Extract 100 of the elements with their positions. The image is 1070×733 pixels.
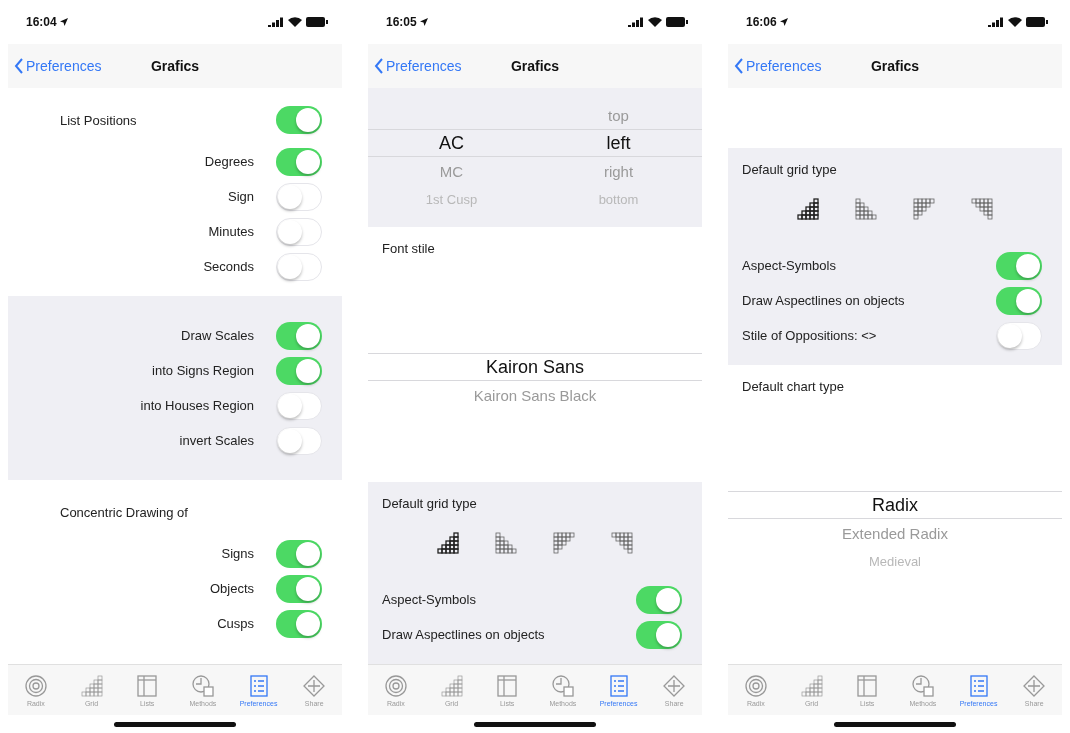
setting-label: invert Scales: [179, 433, 254, 448]
location-arrow-icon: [419, 18, 428, 26]
back-label[interactable]: Preferences: [26, 58, 102, 74]
setting-label: Signs: [221, 546, 254, 561]
picker-option[interactable]: 1st Cusp: [425, 191, 478, 207]
picker-option[interactable]: MC: [439, 162, 464, 180]
toggle-switch[interactable]: [276, 252, 322, 281]
grid-type-icon: [611, 532, 633, 554]
section-heading: Concentric Drawing of: [60, 504, 188, 520]
toggle-switch[interactable]: [276, 217, 322, 246]
setting-label: Cusps: [217, 616, 254, 631]
toggle-switch[interactable]: [276, 106, 322, 134]
toggle-switch[interactable]: [276, 321, 322, 350]
picker-option[interactable]: Kairon Sans: [485, 356, 585, 378]
concentric-circles-icon: [743, 673, 768, 698]
diamond-arrows-icon: [662, 673, 687, 698]
back-label[interactable]: Preferences: [386, 58, 462, 74]
chevron-left-icon: [734, 58, 744, 74]
back-link[interactable]: Preferences: [8, 58, 151, 74]
setting-label: Sign: [227, 189, 254, 204]
section-heading: List Positions: [60, 112, 137, 128]
back-label[interactable]: Preferences: [746, 58, 822, 74]
grid-type-option[interactable]: [435, 530, 461, 556]
section-heading: Font stile: [382, 241, 435, 256]
grid-icon: [79, 673, 104, 698]
diamond-arrows-icon: [1022, 673, 1047, 698]
toggle-switch[interactable]: [276, 356, 322, 385]
grid-type-option[interactable]: [795, 196, 821, 222]
setting-label: Seconds: [203, 259, 254, 274]
setting-label: Minutes: [208, 224, 254, 239]
wifi-icon: [288, 17, 302, 27]
clock-calendar-icon: [910, 673, 935, 698]
grid-type-icon: [495, 532, 517, 554]
setting-label: Draw Scales: [181, 328, 254, 343]
status-time: 16:06: [746, 15, 777, 29]
picker-option[interactable]: Kairon Sans Black: [473, 386, 597, 404]
grid-icon: [439, 673, 464, 698]
grid-type-icon: [553, 532, 575, 554]
toggle-switch[interactable]: [276, 182, 322, 211]
status-time: 16:05: [386, 15, 417, 29]
grid-icon: [799, 673, 824, 698]
battery-icon: [1026, 17, 1048, 27]
section-heading: Default grid type: [742, 162, 837, 177]
concentric-circles-icon: [383, 673, 408, 698]
chevron-left-icon: [14, 58, 24, 74]
battery-icon: [306, 17, 328, 27]
nav-title: Grafics: [510, 58, 560, 74]
picker-option[interactable]: left: [606, 132, 631, 154]
toggle-switch[interactable]: [636, 620, 682, 649]
grid-type-icon: [855, 198, 877, 220]
section-heading: Default grid type: [382, 496, 477, 511]
signal-icon: [628, 17, 644, 27]
setting-label: into Signs Region: [152, 363, 254, 378]
setting-label: Draw Aspectlines on objects: [742, 293, 905, 308]
table-icon: [495, 673, 520, 698]
grid-type-icon: [971, 198, 993, 220]
table-icon: [855, 673, 880, 698]
picker-option[interactable]: top: [608, 106, 629, 124]
picker-option[interactable]: Medieval: [869, 553, 921, 569]
toggle-switch[interactable]: [996, 321, 1042, 350]
setting-label: into Houses Region: [140, 398, 254, 413]
setting-label: Draw Aspectlines on objects: [382, 627, 545, 642]
picker-option[interactable]: Radix: [872, 494, 918, 516]
setting-label: Aspect-Symbols: [382, 592, 476, 607]
battery-icon: [666, 17, 688, 27]
toggle-switch[interactable]: [276, 539, 322, 568]
picker-option[interactable]: AC: [439, 132, 464, 154]
setting-label: Stile of Oppositions: <>: [742, 328, 877, 343]
nav-title: Grafics: [870, 58, 920, 74]
grid-type-icon: [797, 198, 819, 220]
signal-icon: [988, 17, 1004, 27]
clock-calendar-icon: [190, 673, 215, 698]
back-link[interactable]: Preferences: [728, 58, 871, 74]
location-arrow-icon: [779, 18, 788, 26]
toggle-switch[interactable]: [996, 286, 1042, 315]
nav-title: Grafics: [150, 58, 200, 74]
chevron-left-icon: [374, 58, 384, 74]
picker-option[interactable]: bottom: [598, 191, 639, 207]
clock-calendar-icon: [550, 673, 575, 698]
toggle-switch[interactable]: [276, 147, 322, 176]
picker-option[interactable]: Extended Radix: [842, 524, 948, 542]
concentric-circles-icon: [23, 673, 48, 698]
section-heading: Default chart type: [742, 379, 844, 394]
toggle-switch[interactable]: [276, 574, 322, 603]
toggle-switch[interactable]: [276, 609, 322, 638]
table-icon: [135, 673, 160, 698]
setting-label: Objects: [209, 581, 254, 596]
picker-option[interactable]: right: [603, 162, 634, 180]
grid-type-icon: [437, 532, 459, 554]
toggle-switch[interactable]: [636, 585, 682, 614]
diamond-arrows-icon: [302, 673, 327, 698]
toggle-switch[interactable]: [996, 251, 1042, 280]
wifi-icon: [648, 17, 662, 27]
setting-label: Aspect-Symbols: [742, 258, 836, 273]
toggle-switch[interactable]: [276, 426, 322, 455]
location-arrow-icon: [59, 18, 68, 26]
back-link[interactable]: Preferences: [368, 58, 511, 74]
setting-label: Degrees: [204, 154, 254, 169]
toggle-switch[interactable]: [276, 391, 322, 420]
grid-type-icon: [913, 198, 935, 220]
